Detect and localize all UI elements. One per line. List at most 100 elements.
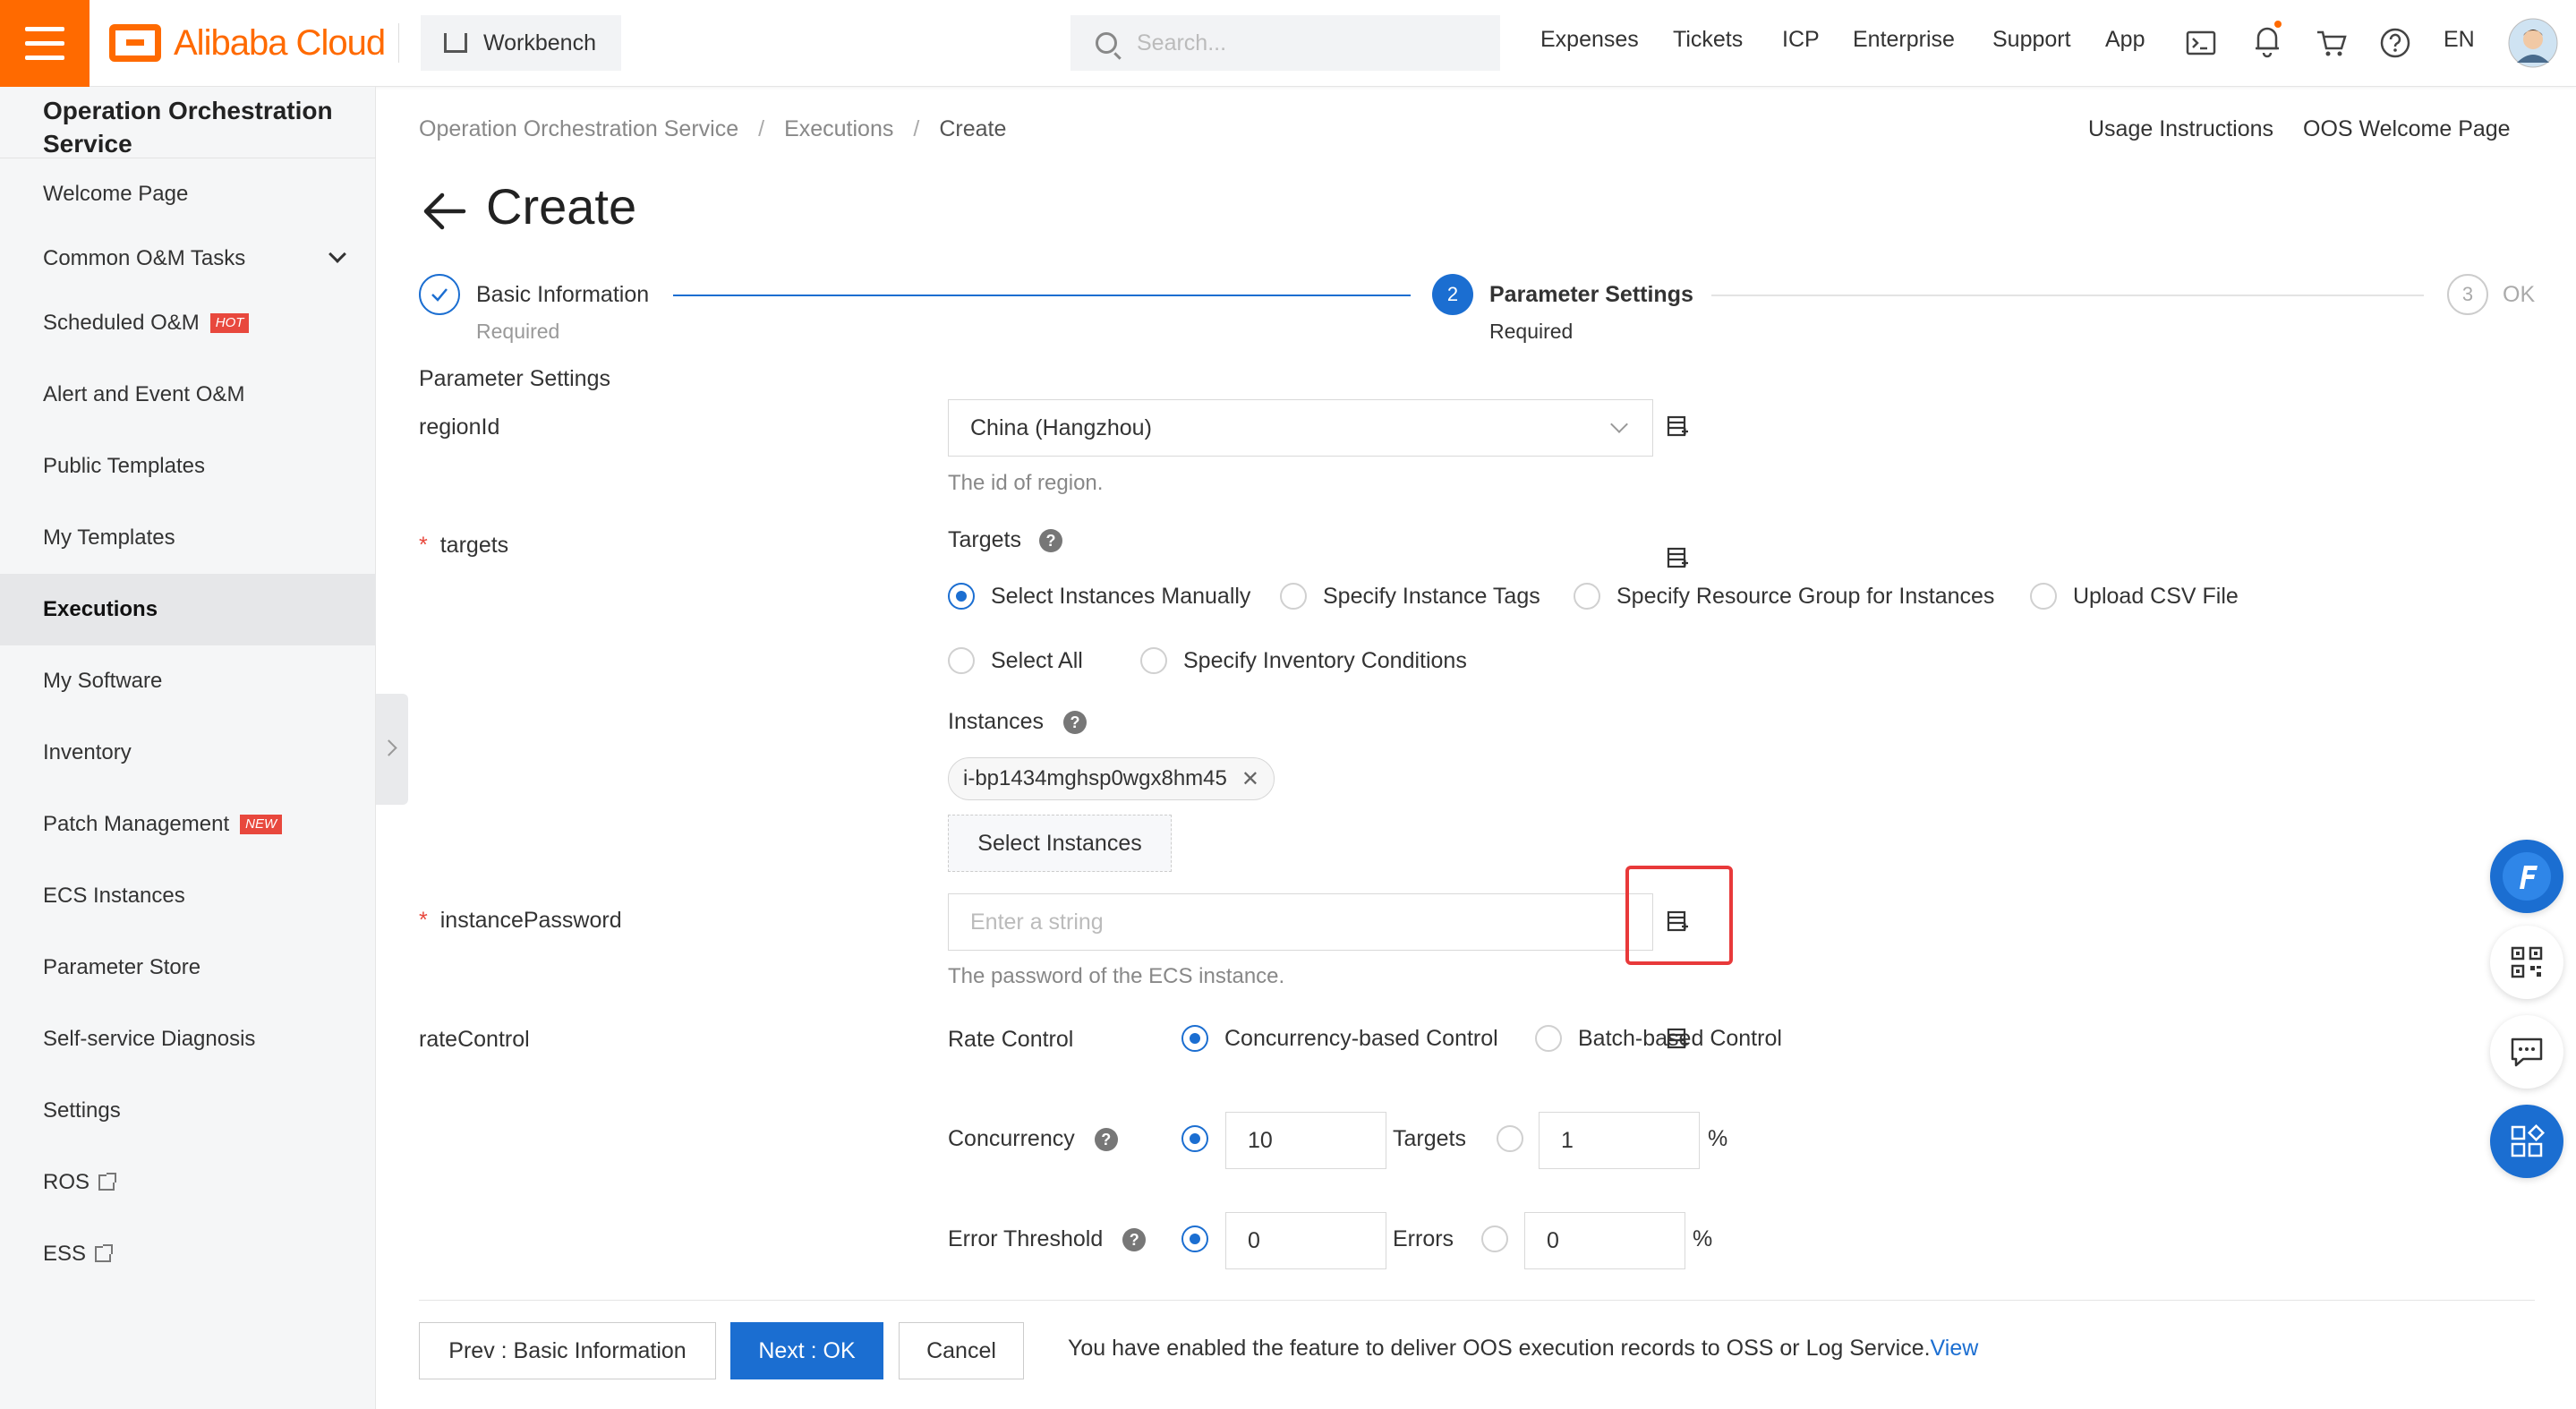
- chevron-down-icon: [1610, 415, 1628, 433]
- select-instances-button[interactable]: Select Instances: [948, 815, 1172, 872]
- radio-unchecked-icon: [1140, 647, 1167, 674]
- chat-icon: [2511, 1038, 2543, 1067]
- radio-checked-icon: [1181, 1225, 1208, 1252]
- radio-specify-instance-tags[interactable]: Specify Instance Tags: [1280, 583, 1540, 610]
- nav-icp[interactable]: ICP: [1782, 27, 1820, 53]
- concurrency-percent-input[interactable]: [1539, 1112, 1700, 1169]
- radio-concurrency-percent[interactable]: [1497, 1125, 1523, 1152]
- radio-select-all[interactable]: Select All: [948, 647, 1083, 674]
- breadcrumb-oos[interactable]: Operation Orchestration Service: [419, 116, 738, 141]
- terminal-icon[interactable]: [2186, 25, 2216, 61]
- radio-select-instances-manually[interactable]: Select Instances Manually: [948, 583, 1250, 610]
- radio-checked-icon: [1181, 1025, 1208, 1052]
- radio-concurrency-based[interactable]: Concurrency-based Control: [1181, 1025, 1498, 1052]
- nav-expenses[interactable]: Expenses: [1540, 27, 1639, 53]
- usage-instructions-link[interactable]: Usage Instructions: [2088, 116, 2273, 142]
- sidebar-item-alert-event-om[interactable]: Alert and Event O&M: [0, 359, 376, 431]
- notification-bell-icon[interactable]: [2251, 20, 2283, 61]
- help-icon[interactable]: ?: [1063, 711, 1088, 735]
- sidebar-title: Operation Orchestration Service: [43, 97, 333, 158]
- instances-label: Instances?: [948, 709, 1088, 735]
- step-2-number: 2: [1432, 274, 1473, 315]
- sidebar-item-welcome-page[interactable]: Welcome Page: [0, 158, 376, 230]
- sidebar-item-parameter-store[interactable]: Parameter Store: [0, 932, 376, 1003]
- sidebar-item-patch-management[interactable]: Patch Management NEW: [0, 789, 376, 860]
- apps-float-button[interactable]: [2490, 1105, 2563, 1178]
- close-icon[interactable]: ✕: [1241, 766, 1259, 792]
- language-switch[interactable]: EN: [2444, 27, 2475, 53]
- step-3-title: OK: [2503, 282, 2536, 307]
- sidebar-item-my-software[interactable]: My Software: [0, 645, 376, 717]
- sidebar-item-label: My Templates: [43, 525, 175, 550]
- search-box[interactable]: Search...: [1070, 15, 1500, 71]
- sidebar-item-self-service-diagnosis[interactable]: Self-service Diagnosis: [0, 1003, 376, 1075]
- region-select[interactable]: China (Hangzhou): [948, 399, 1653, 457]
- sidebar-item-label: Settings: [43, 1098, 121, 1123]
- sidebar-item-ess[interactable]: ESS: [0, 1218, 376, 1290]
- sidebar-item-settings[interactable]: Settings: [0, 1075, 376, 1147]
- breadcrumb: Operation Orchestration Service / Executio…: [419, 116, 1007, 141]
- radio-unchecked-icon: [1280, 583, 1307, 610]
- step-connector: [673, 295, 1411, 296]
- help-icon[interactable]: [2378, 25, 2412, 61]
- breadcrumb-executions[interactable]: Executions: [784, 116, 893, 141]
- radio-upload-csv-file[interactable]: Upload CSV File: [2030, 583, 2239, 610]
- nav-tickets[interactable]: Tickets: [1673, 27, 1743, 53]
- parameter-store-icon[interactable]: [1666, 414, 1689, 438]
- radio-specify-inventory-conditions[interactable]: Specify Inventory Conditions: [1140, 647, 1467, 674]
- error-count-input[interactable]: [1225, 1212, 1386, 1269]
- parameter-store-icon[interactable]: [1666, 1027, 1689, 1050]
- required-mark: *: [419, 533, 428, 558]
- user-avatar[interactable]: [2508, 18, 2558, 68]
- oos-welcome-page-link[interactable]: OOS Welcome Page: [2303, 116, 2511, 142]
- sidebar-item-public-templates[interactable]: Public Templates: [0, 431, 376, 502]
- radio-error-count[interactable]: [1181, 1225, 1208, 1252]
- instance-id: i-bp1434mghsp0wgx8hm45: [963, 766, 1227, 790]
- nav-enterprise[interactable]: Enterprise: [1853, 27, 1955, 53]
- hot-badge: HOT: [209, 313, 250, 333]
- sidebar-item-my-templates[interactable]: My Templates: [0, 502, 376, 574]
- help-icon[interactable]: ?: [1038, 529, 1062, 553]
- back-arrow-icon[interactable]: [421, 188, 467, 235]
- menu-icon[interactable]: [0, 0, 90, 87]
- nav-app[interactable]: App: [2105, 27, 2145, 53]
- radio-error-percent[interactable]: [1481, 1225, 1508, 1252]
- workbench-button[interactable]: Workbench: [421, 15, 621, 71]
- radio-concurrency-count[interactable]: [1181, 1125, 1208, 1152]
- sidebar-item-label: Alert and Event O&M: [43, 382, 245, 406]
- sidebar-item-executions[interactable]: Executions: [0, 574, 376, 645]
- step-2-title: Parameter Settings: [1489, 282, 1693, 307]
- sidebar-item-common-om-tasks[interactable]: Common O&M Tasks: [0, 223, 376, 295]
- workbench-label: Workbench: [483, 30, 596, 56]
- alibaba-cloud-logo[interactable]: Alibaba Cloud: [109, 20, 386, 66]
- sidebar-item-ros[interactable]: ROS: [0, 1147, 376, 1218]
- rate-control-sublabel: Rate Control: [948, 1027, 1074, 1052]
- concurrency-unit: Targets: [1393, 1126, 1466, 1151]
- qr-code-button[interactable]: [2490, 926, 2563, 999]
- instancepassword-label-text: instancePassword: [439, 908, 622, 933]
- sidebar-item-inventory[interactable]: Inventory: [0, 717, 376, 789]
- chat-button[interactable]: [2490, 1015, 2563, 1089]
- instance-password-input[interactable]: [948, 893, 1653, 951]
- sidebar-item-label: Parameter Store: [43, 955, 201, 979]
- help-icon[interactable]: ?: [1122, 1228, 1147, 1252]
- nav-support[interactable]: Support: [1992, 27, 2071, 53]
- next-button[interactable]: Next : OK: [730, 1322, 883, 1379]
- error-percent-input[interactable]: [1524, 1212, 1685, 1269]
- view-link[interactable]: View: [1931, 1336, 1979, 1361]
- sidebar-item-scheduled-om[interactable]: Scheduled O&M HOT: [0, 287, 376, 359]
- radio-label: Upload CSV File: [2073, 583, 2239, 609]
- radio-specify-resource-group[interactable]: Specify Resource Group for Instances: [1574, 583, 1994, 610]
- cart-icon[interactable]: [2315, 25, 2349, 61]
- radio-batch-based[interactable]: Batch-based Control: [1535, 1025, 1782, 1052]
- help-icon[interactable]: ?: [1094, 1128, 1118, 1152]
- prev-button[interactable]: Prev : Basic Information: [419, 1322, 716, 1379]
- assistant-float-button[interactable]: [2490, 840, 2563, 913]
- instance-tag: i-bp1434mghsp0wgx8hm45 ✕: [948, 757, 1275, 800]
- cancel-button[interactable]: Cancel: [899, 1322, 1024, 1379]
- sidebar-item-ecs-instances[interactable]: ECS Instances: [0, 860, 376, 932]
- concurrency-count-input[interactable]: [1225, 1112, 1386, 1169]
- sidebar: Operation Orchestration Service Welcome …: [0, 87, 376, 1409]
- sidebar-collapse-toggle[interactable]: [376, 694, 408, 805]
- parameter-store-icon[interactable]: [1666, 546, 1689, 569]
